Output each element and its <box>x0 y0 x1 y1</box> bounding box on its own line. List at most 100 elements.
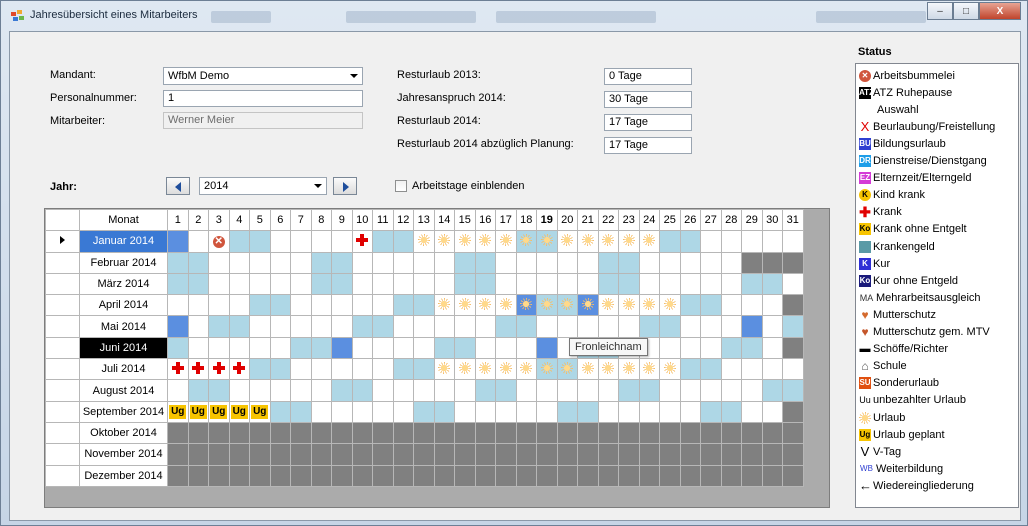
status-item[interactable]: K Kind krank <box>859 187 925 204</box>
day-cell[interactable] <box>310 315 332 338</box>
day-cell[interactable] <box>700 443 722 466</box>
day-cell[interactable] <box>392 464 414 487</box>
day-column-header[interactable]: 17 <box>495 208 517 232</box>
day-cell[interactable] <box>228 251 250 274</box>
day-cell[interactable] <box>577 251 599 274</box>
day-cell[interactable] <box>659 421 681 445</box>
day-cell[interactable] <box>515 251 537 274</box>
day-cell[interactable] <box>392 230 414 253</box>
status-item[interactable]: Ko Kur ohne Entgeld <box>859 272 958 289</box>
row-selector[interactable] <box>45 315 80 338</box>
day-cell[interactable] <box>167 294 189 317</box>
day-cell[interactable] <box>597 421 619 445</box>
day-column-header[interactable]: 4 <box>228 208 250 232</box>
day-cell[interactable] <box>413 272 435 296</box>
day-cell[interactable] <box>700 400 722 423</box>
day-column-header[interactable]: 6 <box>269 208 291 232</box>
day-cell[interactable] <box>536 400 558 423</box>
day-cell[interactable] <box>638 464 660 487</box>
day-cell[interactable] <box>556 251 578 274</box>
day-cell[interactable] <box>269 358 291 381</box>
day-cell[interactable] <box>577 421 599 445</box>
day-column-header[interactable]: 26 <box>679 208 701 232</box>
day-column-header[interactable]: 7 <box>290 208 312 232</box>
row-selector[interactable] <box>45 272 80 296</box>
day-cell[interactable] <box>290 358 312 381</box>
day-cell[interactable] <box>761 336 783 360</box>
day-cell[interactable] <box>495 464 517 487</box>
day-cell[interactable] <box>392 315 414 338</box>
day-cell[interactable] <box>392 294 414 317</box>
status-item[interactable]: ATZ ATZ Ruhepause <box>859 84 952 101</box>
day-cell[interactable] <box>556 358 578 381</box>
day-cell[interactable] <box>331 421 353 445</box>
day-cell[interactable] <box>700 315 722 338</box>
day-cell[interactable] <box>331 336 353 360</box>
month-row[interactable]: März 2014 <box>45 272 804 296</box>
day-cell[interactable] <box>413 294 435 317</box>
day-cell[interactable] <box>597 400 619 423</box>
day-cell[interactable] <box>556 421 578 445</box>
day-cell[interactable] <box>454 443 476 466</box>
day-cell[interactable] <box>269 400 291 423</box>
day-cell[interactable] <box>187 251 209 274</box>
day-cell[interactable] <box>413 358 435 381</box>
row-selector[interactable] <box>45 400 80 423</box>
day-cell[interactable] <box>782 315 804 338</box>
day-cell[interactable] <box>659 464 681 487</box>
day-cell[interactable] <box>556 230 578 253</box>
day-cell[interactable] <box>249 294 271 317</box>
day-cell[interactable] <box>782 230 804 253</box>
day-cell[interactable] <box>495 294 517 317</box>
day-cell[interactable] <box>536 230 558 253</box>
day-column-header[interactable]: 19 <box>536 208 558 232</box>
day-cell[interactable] <box>310 336 332 360</box>
day-cell[interactable] <box>351 400 373 423</box>
row-selector[interactable] <box>45 421 80 445</box>
day-cell[interactable] <box>536 464 558 487</box>
day-cell[interactable] <box>351 251 373 274</box>
day-cell[interactable] <box>679 336 701 360</box>
day-cell[interactable] <box>577 400 599 423</box>
row-selector[interactable] <box>45 443 80 466</box>
day-cell[interactable] <box>474 315 496 338</box>
day-cell[interactable] <box>536 251 558 274</box>
day-cell[interactable] <box>228 464 250 487</box>
day-cell[interactable] <box>659 336 681 360</box>
day-cell[interactable]: ✕ <box>208 230 230 253</box>
day-cell[interactable] <box>290 379 312 402</box>
day-cell[interactable] <box>597 230 619 253</box>
day-cell[interactable] <box>495 443 517 466</box>
day-cell[interactable] <box>556 315 578 338</box>
day-cell[interactable] <box>577 379 599 402</box>
day-cell[interactable] <box>413 336 435 360</box>
day-cell[interactable] <box>310 294 332 317</box>
day-cell[interactable] <box>228 272 250 296</box>
day-cell[interactable] <box>782 251 804 274</box>
day-cell[interactable] <box>618 272 640 296</box>
day-cell[interactable] <box>782 358 804 381</box>
day-cell[interactable] <box>679 421 701 445</box>
day-cell[interactable] <box>331 400 353 423</box>
day-cell[interactable] <box>249 421 271 445</box>
day-cell[interactable] <box>720 272 742 296</box>
day-cell[interactable] <box>331 315 353 338</box>
day-cell[interactable] <box>474 272 496 296</box>
day-column-header[interactable]: 18 <box>515 208 537 232</box>
day-cell[interactable] <box>761 230 783 253</box>
day-cell[interactable] <box>372 251 394 274</box>
month-name[interactable]: Oktober 2014 <box>79 421 168 445</box>
arbeitstage-checkbox[interactable] <box>395 180 407 192</box>
day-cell[interactable] <box>720 315 742 338</box>
day-column-header[interactable]: 10 <box>351 208 373 232</box>
day-cell[interactable] <box>454 358 476 381</box>
month-name[interactable]: Dezember 2014 <box>79 464 168 487</box>
day-cell[interactable] <box>433 358 455 381</box>
day-cell[interactable] <box>167 336 189 360</box>
day-cell[interactable] <box>454 400 476 423</box>
day-cell[interactable] <box>249 336 271 360</box>
day-cell[interactable] <box>187 443 209 466</box>
day-cell[interactable] <box>228 294 250 317</box>
day-cell[interactable] <box>782 464 804 487</box>
month-row[interactable]: November 2014 <box>45 443 804 466</box>
